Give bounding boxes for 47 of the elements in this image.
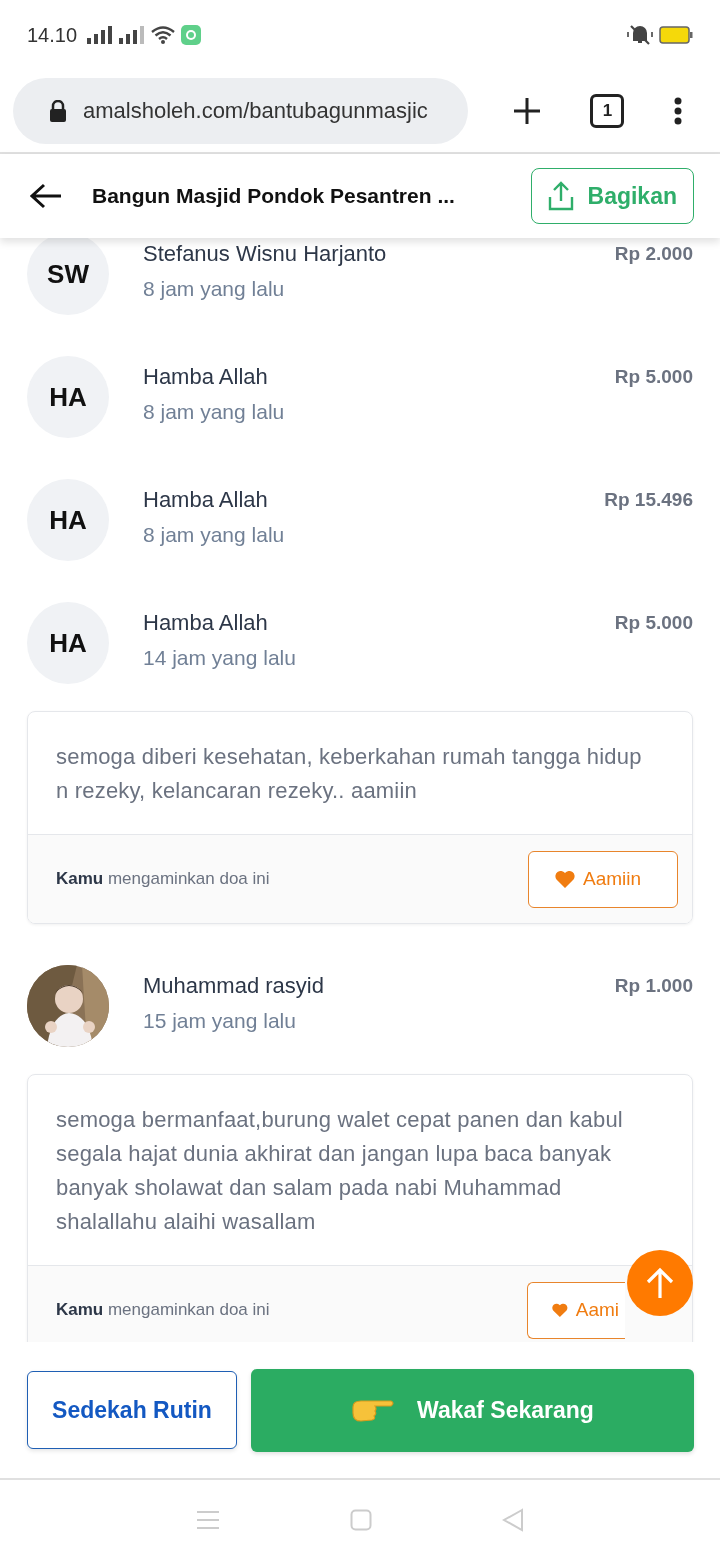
donor-name: Hamba Allah bbox=[143, 487, 269, 513]
share-button[interactable]: Bagikan bbox=[530, 168, 694, 224]
address-bar[interactable]: amalsholeh.com/bantubagunmasjic bbox=[13, 78, 468, 144]
donation-time: 8 jam yang lalu bbox=[143, 400, 286, 424]
avatar-initials: SW bbox=[27, 238, 109, 315]
donation-amount: Rp 1.000 bbox=[614, 974, 693, 997]
prayer-text: semoga diberi kesehatan, keberkahan rumah tangga hidup n rezeky, kelancaran rezeky.. aamiin bbox=[55, 743, 643, 805]
new-tab-icon[interactable] bbox=[512, 97, 541, 125]
donation-time: 15 jam yang lalu bbox=[143, 1009, 297, 1033]
battery-icon bbox=[659, 26, 693, 44]
avatar-initials: HA bbox=[27, 356, 109, 438]
avatar-initials: HA bbox=[27, 602, 109, 684]
amen-note: Kamu mengaminkan doa ini bbox=[56, 869, 270, 889]
tab-count[interactable]: 1 bbox=[590, 94, 625, 128]
amen-note: Kamu mengaminkan doa ini bbox=[56, 1300, 270, 1320]
app-icon bbox=[181, 25, 202, 45]
mute-icon bbox=[627, 25, 653, 45]
amen-button[interactable]: Aamiin bbox=[528, 850, 678, 908]
donor-name: Stefanus Wisnu Harjanto bbox=[143, 241, 388, 267]
donation-amount: Rp 15.496 bbox=[604, 488, 693, 511]
donation-time: 14 jam yang lalu bbox=[143, 646, 297, 670]
donation-time: 8 jam yang lalu bbox=[143, 277, 286, 301]
heart-icon bbox=[555, 870, 575, 888]
home-icon[interactable] bbox=[350, 1509, 372, 1531]
donor-name: Hamba Allah bbox=[143, 364, 269, 390]
donor-name: Hamba Allah bbox=[143, 610, 269, 636]
donation-amount: Rp 5.000 bbox=[614, 365, 693, 388]
arrow-up-icon bbox=[645, 1267, 675, 1299]
share-icon bbox=[547, 181, 574, 211]
amen-button[interactable]: Aami bbox=[527, 1281, 625, 1339]
clock: 14.10 bbox=[27, 23, 78, 47]
signal-icon bbox=[119, 26, 146, 44]
signal-icon bbox=[87, 26, 114, 44]
donation-amount: Rp 2.000 bbox=[614, 242, 693, 265]
avatar-initials: HA bbox=[27, 479, 109, 561]
donor-name: Muhammad rasyid bbox=[143, 973, 325, 999]
donate-now-button[interactable]: Wakaf Sekarang bbox=[251, 1368, 694, 1452]
page-title: Bangun Masjid Pondok Pesantren ... bbox=[92, 184, 456, 208]
wifi-icon bbox=[151, 26, 176, 44]
lock-icon bbox=[49, 100, 67, 122]
back-icon[interactable] bbox=[30, 183, 62, 209]
heart-icon bbox=[552, 1301, 568, 1319]
donation-time: 8 jam yang lalu bbox=[143, 523, 286, 547]
menu-icon[interactable] bbox=[674, 97, 683, 125]
donation-amount: Rp 5.000 bbox=[614, 611, 693, 634]
routine-charity-button[interactable]: Sedekah Rutin bbox=[27, 1371, 237, 1449]
prayer-text: semoga bermanfaat,burung walet cepat panen dan kabul segala hajat dunia akhirat dan jangan lupa baca banyak banyak sholawat dan salam pada nabi Muhammad shalallahu alaihi wasallam bbox=[55, 1106, 624, 1236]
